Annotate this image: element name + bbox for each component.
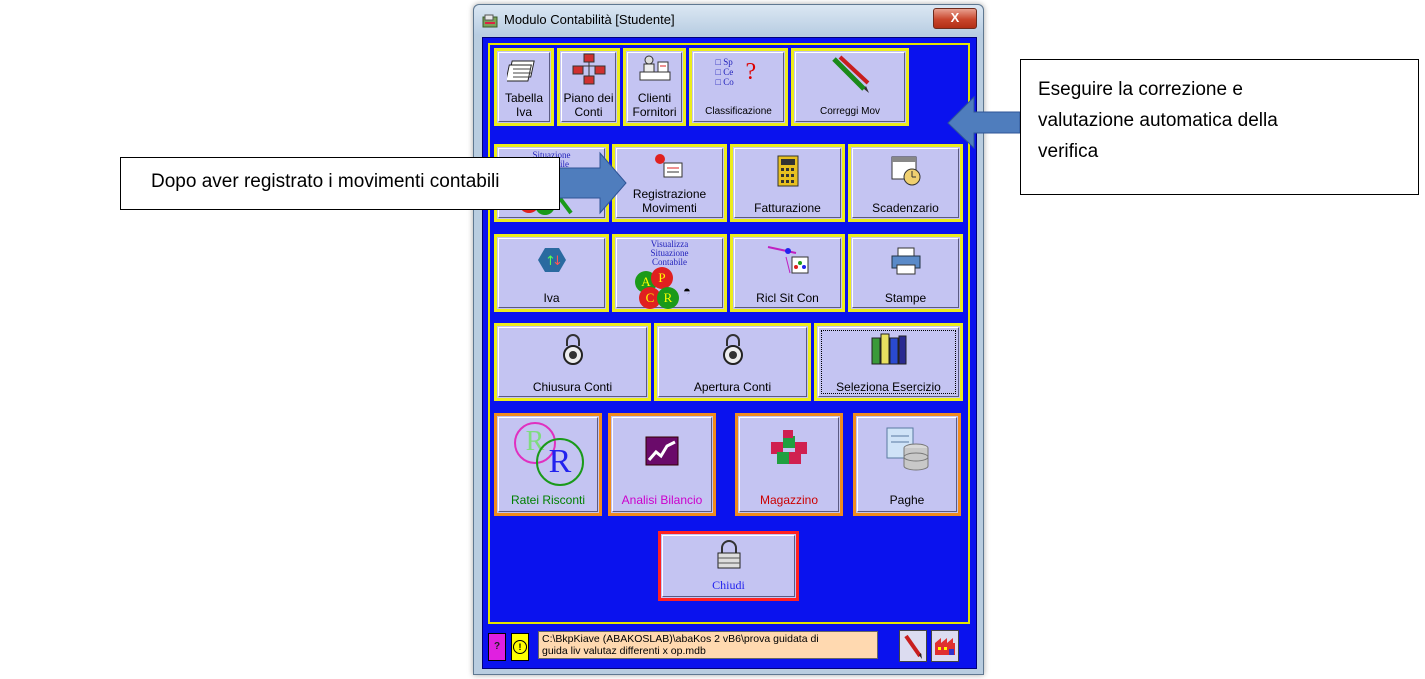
arrow-right-icon [947, 95, 1021, 150]
arrow-left-icon [557, 151, 627, 215]
callout-line: valutazione automatica della [1038, 110, 1278, 131]
callout-line: verifica [1038, 141, 1099, 162]
callout-line: Eseguire la correzione e [1038, 79, 1243, 100]
callout-right: Eseguire la correzione e valutazione aut… [1020, 59, 1419, 195]
callout-left: Dopo aver registrato i movimenti contabi… [120, 157, 560, 210]
